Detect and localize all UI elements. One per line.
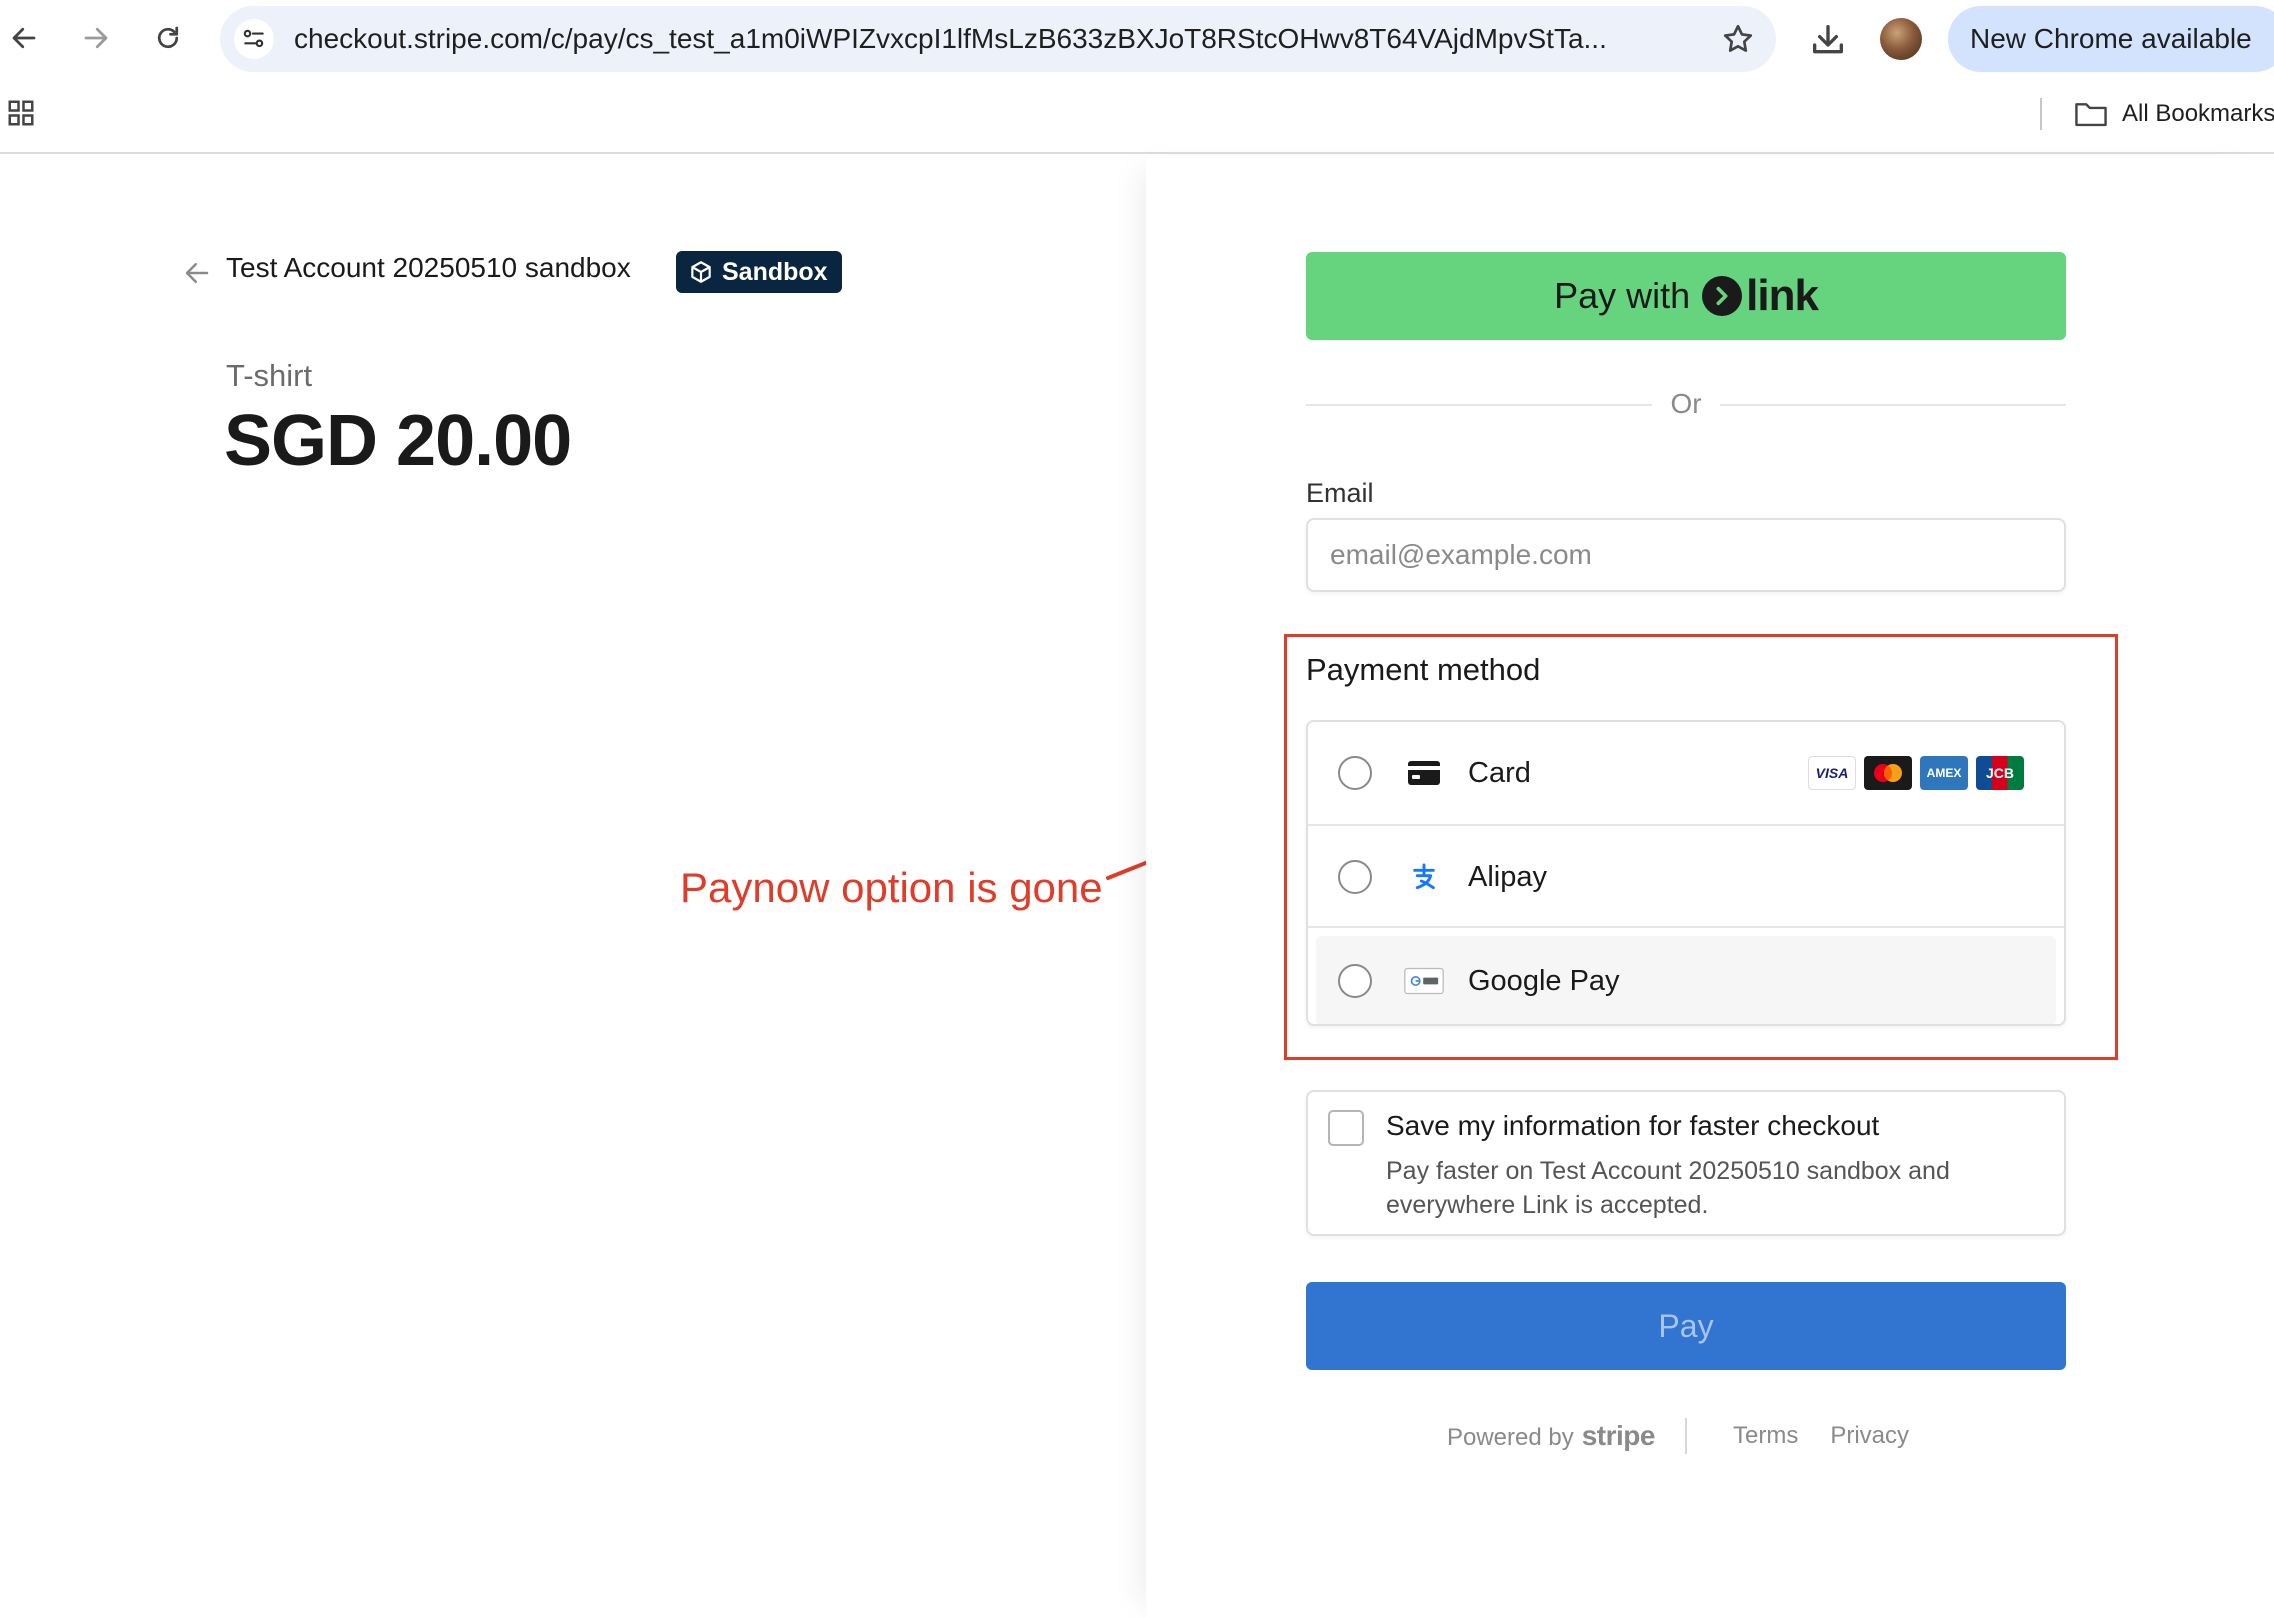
visa-icon: VISA bbox=[1808, 756, 1856, 790]
bookmarks-divider bbox=[2040, 98, 2042, 130]
tune-icon bbox=[243, 29, 264, 48]
reload-icon bbox=[157, 26, 179, 49]
apps-grid-icon[interactable] bbox=[6, 98, 36, 128]
sandbox-badge-label: Sandbox bbox=[722, 257, 828, 286]
url-text[interactable]: checkout.stripe.com/c/pay/cs_test_a1m0iW… bbox=[294, 6, 1694, 72]
sandbox-badge: Sandbox bbox=[676, 251, 842, 293]
google-pay-icon bbox=[1404, 964, 1444, 998]
link-logo: link bbox=[1702, 271, 1819, 321]
merchant-name[interactable]: Test Account 20250510 sandbox bbox=[226, 252, 631, 284]
save-info-title[interactable]: Save my information for faster checkout bbox=[1386, 1110, 1879, 1142]
privacy-link[interactable]: Privacy bbox=[1830, 1422, 1909, 1450]
payment-option-google-pay[interactable]: Google Pay bbox=[1316, 936, 2056, 1024]
pay-button[interactable]: Pay bbox=[1306, 1282, 2066, 1370]
powered-by-stripe[interactable]: Powered by stripe bbox=[1446, 1420, 1656, 1452]
mastercard-icon bbox=[1864, 756, 1912, 790]
bookmarks-bar: All Bookmarks bbox=[0, 80, 2274, 154]
forward-arrow-icon bbox=[84, 27, 108, 49]
card-label: Card bbox=[1468, 757, 1531, 789]
all-bookmarks-link[interactable]: All Bookmarks bbox=[2122, 80, 2274, 148]
back-button[interactable] bbox=[0, 12, 50, 64]
link-chevron-icon bbox=[1702, 276, 1743, 316]
alipay-label: Alipay bbox=[1468, 861, 1547, 893]
google-pay-radio[interactable] bbox=[1338, 964, 1372, 998]
payment-method-list: Card VISA AMEX JCB Alipay Google Pay bbox=[1306, 720, 2066, 1026]
forward-button[interactable] bbox=[70, 12, 122, 64]
alipay-icon bbox=[1404, 860, 1444, 894]
save-info-description: Pay faster on Test Account 20250510 sand… bbox=[1386, 1157, 1950, 1219]
payment-option-card[interactable]: Card VISA AMEX JCB bbox=[1308, 722, 2064, 824]
bookmark-star-icon[interactable] bbox=[1720, 21, 1756, 57]
amex-icon: AMEX bbox=[1920, 756, 1968, 790]
folder-icon[interactable] bbox=[2074, 100, 2108, 128]
row-separator bbox=[1308, 926, 2064, 928]
jcb-icon: JCB bbox=[1976, 756, 2024, 790]
annotation-text: Paynow option is gone bbox=[680, 864, 1103, 911]
reload-button[interactable] bbox=[142, 12, 194, 64]
back-arrow-icon bbox=[12, 27, 36, 49]
divider-right bbox=[1720, 404, 2066, 406]
save-info-box: Save my information for faster checkout … bbox=[1306, 1090, 2066, 1236]
browser-toolbar: checkout.stripe.com/c/pay/cs_test_a1m0iW… bbox=[0, 0, 2274, 80]
card-radio[interactable] bbox=[1338, 756, 1372, 790]
product-name: T-shirt bbox=[226, 358, 313, 393]
or-divider: Or bbox=[1670, 388, 1702, 419]
checkout-footer: Powered by stripe Terms Privacy bbox=[1306, 1416, 2066, 1456]
total-price: SGD 20.00 bbox=[224, 401, 572, 481]
link-logo-word: link bbox=[1746, 271, 1819, 320]
back-to-merchant-icon[interactable] bbox=[182, 258, 212, 288]
email-input[interactable] bbox=[1306, 518, 2066, 592]
payment-method-title: Payment method bbox=[1306, 652, 1541, 687]
download-icon[interactable] bbox=[1808, 20, 1848, 60]
profile-avatar[interactable] bbox=[1880, 18, 1922, 60]
email-label: Email bbox=[1306, 478, 1374, 508]
card-icon bbox=[1404, 756, 1444, 790]
new-chrome-chip[interactable]: New Chrome available bbox=[1948, 6, 2274, 72]
stripe-logo: stripe bbox=[1581, 1420, 1656, 1451]
terms-link[interactable]: Terms bbox=[1733, 1422, 1798, 1450]
site-info-button[interactable] bbox=[234, 19, 274, 59]
sandbox-cube-icon bbox=[691, 261, 711, 283]
alipay-radio[interactable] bbox=[1338, 860, 1372, 894]
footer-divider bbox=[1684, 1418, 1687, 1454]
payment-option-alipay[interactable]: Alipay bbox=[1308, 824, 2064, 926]
address-bar[interactable]: checkout.stripe.com/c/pay/cs_test_a1m0iW… bbox=[220, 6, 1776, 72]
save-info-checkbox[interactable] bbox=[1328, 1110, 1364, 1146]
google-pay-label: Google Pay bbox=[1468, 965, 1620, 997]
card-brands: VISA AMEX JCB bbox=[1808, 756, 2024, 790]
divider-left bbox=[1306, 404, 1652, 406]
powered-by-label: Powered by bbox=[1446, 1424, 1574, 1451]
pay-with-link-button[interactable]: Pay with link bbox=[1306, 252, 2066, 340]
pay-with-label: Pay with bbox=[1554, 275, 1691, 316]
